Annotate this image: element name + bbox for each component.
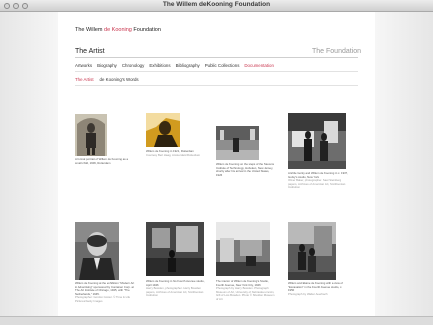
nav-item-documentation[interactable]: Documentation — [244, 63, 274, 68]
photo-7[interactable] — [216, 222, 270, 276]
caption-text: A formal portrait of Willem de Kooning a… — [75, 157, 129, 165]
caption-text: Willem de Kooning on the steps of the St… — [216, 162, 274, 177]
photo-2-caption: Willem de Kooning in 1921, Rotterdam Cour… — [146, 149, 206, 157]
photo-3-caption: Willem de Kooning on the steps of the St… — [216, 162, 276, 177]
section-the-foundation[interactable]: The Foundation — [312, 48, 361, 55]
credit-text: Photograph by Walter Auerbach — [288, 291, 328, 296]
site-title-suffix: Foundation — [131, 27, 161, 33]
window-title: The Willem deKooning Foundation — [162, 1, 271, 8]
right-margin — [375, 12, 433, 316]
photo-8-caption: Willem and Elaine de Kooning with a view… — [288, 281, 348, 296]
photo-3[interactable] — [216, 126, 259, 160]
caption-text: Willem de Kooning at the exhibition "Mod… — [75, 281, 135, 296]
main-nav: Artworks Biography Chronology Exhibitions Bi… — [75, 63, 274, 68]
divider — [75, 85, 358, 86]
nav-item-biography[interactable]: Biography — [97, 63, 117, 68]
page-content: The Willem de Kooning Foundation The Art… — [58, 12, 375, 316]
credit-text: Photographer: Gordon Coster. © Time & Li… — [75, 295, 131, 303]
site-title[interactable]: The Willem de Kooning Foundation — [75, 27, 161, 33]
browser-window: The Willem deKooning Foundation The Will… — [0, 0, 433, 325]
sub-nav: The Artist de Kooning's Words — [75, 77, 139, 82]
credit-text: Harry Bowden, photographer. Harry Bowden… — [146, 286, 204, 298]
site-title-accent: de Kooning — [104, 27, 132, 33]
photo-1[interactable] — [75, 114, 107, 156]
photo-1-caption: A formal portrait of Willem de Kooning a… — [75, 157, 135, 165]
nav-item-public-collections[interactable]: Public Collections — [205, 63, 240, 68]
caption-text: Willem and Elaine de Kooning with a view… — [288, 281, 343, 293]
status-bar — [0, 316, 433, 325]
photo-7-caption: The interior of Willem de Kooning's Stud… — [216, 279, 276, 302]
photo-4[interactable] — [288, 113, 346, 169]
photo-4-caption: Arshile Gorky and Willem de Kooning in c… — [288, 171, 348, 190]
subnav-item-de-kooning-s-words[interactable]: de Kooning's Words — [100, 77, 139, 82]
nav-item-bibliography[interactable]: Bibliography — [176, 63, 200, 68]
credit-text: Photograph by Harry Bowden. Photograph M… — [216, 286, 275, 301]
left-margin — [0, 12, 58, 316]
nav-item-exhibitions[interactable]: Exhibitions — [149, 63, 170, 68]
divider — [75, 57, 358, 58]
photo-8[interactable] — [288, 222, 336, 280]
divider — [75, 71, 358, 72]
site-title-prefix: The Willem — [75, 27, 105, 33]
photo-5[interactable] — [75, 222, 119, 280]
title-bar: The Willem deKooning Foundation — [0, 0, 433, 12]
photo-5-caption: Willem de Kooning at the exhibition "Mod… — [75, 281, 135, 304]
section-the-artist[interactable]: The Artist — [75, 48, 105, 55]
photo-6-caption: Willem de Kooning in his Fourth Avenue s… — [146, 279, 206, 298]
photo-2[interactable] — [146, 113, 180, 147]
credit-text: Courtesy Bert Haag, Amsterdam/Rotterdam — [146, 152, 201, 157]
photo-6[interactable] — [146, 222, 204, 276]
credit-text: Oliver Baker, photographer. Saul Steinbe… — [288, 178, 346, 190]
subnav-item-the-artist[interactable]: The Artist — [75, 77, 94, 82]
nav-item-chronology[interactable]: Chronology — [122, 63, 144, 68]
nav-item-artworks[interactable]: Artworks — [75, 63, 92, 68]
